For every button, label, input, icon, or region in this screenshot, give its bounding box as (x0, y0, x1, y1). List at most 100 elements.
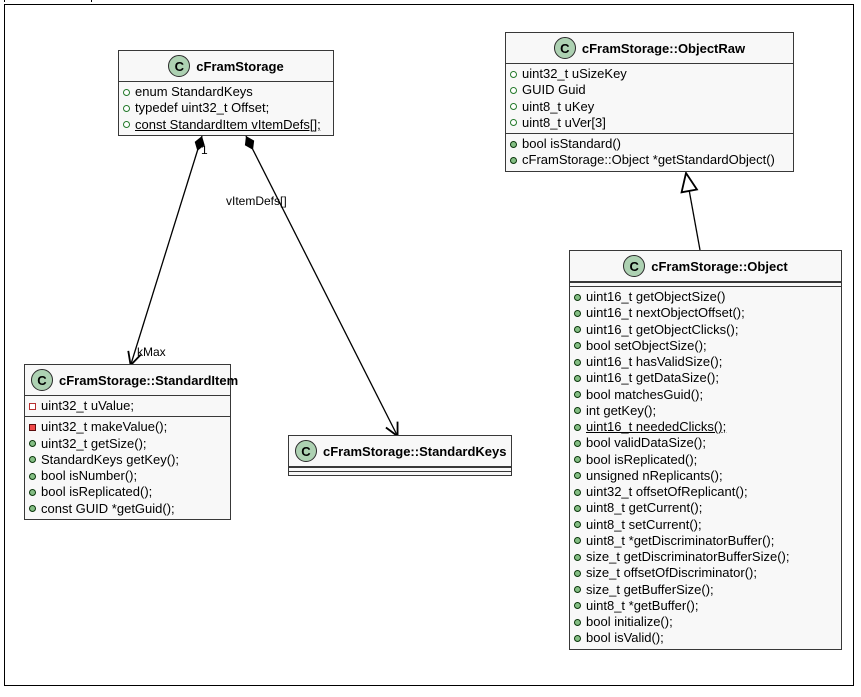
op: unsigned nReplicants(); (586, 468, 723, 484)
op: size_t getDiscriminatorBufferSize(); (586, 549, 790, 565)
package-tab: McciCatena (4, 0, 92, 2)
vis-public-icon (574, 407, 581, 414)
class-name: cFramStorage::ObjectRaw (582, 41, 745, 56)
attr: uint8_t uVer[3] (522, 115, 606, 131)
vis-public-icon (574, 456, 581, 463)
class-header: C cFramStorage::StandardItem (25, 365, 230, 396)
op: uint8_t getCurrent(); (586, 500, 702, 516)
class-icon: C (168, 55, 190, 77)
op: bool isStandard() (522, 136, 621, 152)
vis-public-icon (29, 440, 36, 447)
op: uint16_t hasValidSize(); (586, 354, 722, 370)
vis-package-icon (123, 89, 130, 96)
vis-package-icon (123, 121, 130, 128)
vis-public-icon (574, 326, 581, 333)
op: uint32_t offsetOfReplicant(); (586, 484, 748, 500)
op: bool setObjectSize(); (586, 338, 707, 354)
edge-storage-to-standardkeys (246, 136, 397, 435)
attr-static: const StandardItem vItemDefs[]; (135, 117, 321, 133)
op: uint8_t *getDiscriminatorBuffer(); (586, 533, 774, 549)
vis-public-icon (574, 391, 581, 398)
attributes: enum StandardKeys typedef uint32_t Offse… (119, 82, 333, 135)
class-header: C cFramStorage::ObjectRaw (506, 33, 793, 64)
op: size_t getBufferSize(); (586, 582, 714, 598)
op: uint8_t *getBuffer(); (586, 598, 699, 614)
vis-public-icon (574, 521, 581, 528)
op: uint16_t getDataSize(); (586, 370, 719, 386)
vis-public-icon (29, 505, 36, 512)
op: const GUID *getGuid(); (41, 501, 175, 517)
operations: bool isStandard() cFramStorage::Object *… (506, 133, 793, 171)
attr: typedef uint32_t Offset; (135, 100, 269, 116)
class-objectraw: C cFramStorage::ObjectRaw uint32_t uSize… (505, 32, 794, 172)
vis-public-icon (574, 586, 581, 593)
vis-private-attr-icon (29, 403, 36, 410)
op: uint16_t getObjectSize() (586, 289, 725, 305)
op: bool validDataSize(); (586, 435, 706, 451)
mult-1: 1 (201, 143, 208, 157)
attr: uint8_t uKey (522, 99, 594, 115)
vis-public-icon (510, 141, 517, 148)
vis-public-icon (574, 489, 581, 496)
operations: uint16_t getObjectSize() uint16_t nextOb… (570, 286, 841, 649)
class-standardkeys: C cFramStorage::StandardKeys (288, 435, 512, 476)
attr: uint32_t uSizeKey (522, 66, 627, 82)
vis-public-icon (574, 424, 581, 431)
class-object: C cFramStorage::Object uint16_t getObjec… (569, 250, 842, 650)
edge-object-to-objectraw (686, 173, 700, 250)
op-static: uint16_t neededClicks(); (586, 419, 726, 435)
vis-public-icon (574, 294, 581, 301)
vis-public-icon (574, 537, 581, 544)
attr: GUID Guid (522, 82, 586, 98)
vis-package-icon (510, 119, 517, 126)
class-standarditem: C cFramStorage::StandardItem uint32_t uV… (24, 364, 231, 520)
op: bool isNumber(); (41, 468, 137, 484)
vis-private-op-icon (29, 424, 36, 431)
class-header: C cFramStorage::StandardKeys (289, 436, 511, 467)
attributes: uint32_t uValue; (25, 396, 230, 416)
vis-public-icon (574, 440, 581, 447)
op: uint32_t getSize(); (41, 436, 147, 452)
op: uint8_t setCurrent(); (586, 517, 702, 533)
edge-label-vitemdefs: vItemDefs[] (226, 194, 287, 208)
vis-public-icon (574, 602, 581, 609)
vis-public-icon (574, 472, 581, 479)
package-name: McciCatena (11, 0, 83, 2)
class-header: C cFramStorage (119, 51, 333, 82)
vis-package-icon (510, 103, 517, 110)
attr: enum StandardKeys (135, 84, 253, 100)
class-name: cFramStorage::StandardItem (59, 373, 238, 388)
vis-public-icon (574, 342, 581, 349)
class-name: cFramStorage::Object (651, 259, 788, 274)
vis-public-icon (574, 310, 581, 317)
op: uint16_t getObjectClicks(); (586, 322, 738, 338)
vis-public-icon (574, 375, 581, 382)
attributes: uint32_t uSizeKey GUID Guid uint8_t uKey… (506, 64, 793, 133)
op: int getKey(); (586, 403, 656, 419)
vis-public-icon (574, 505, 581, 512)
op: uint32_t makeValue(); (41, 419, 167, 435)
vis-package-icon (123, 105, 130, 112)
op: uint16_t nextObjectOffset(); (586, 305, 745, 321)
op: StandardKeys getKey(); (41, 452, 179, 468)
op: cFramStorage::Object *getStandardObject(… (522, 152, 775, 168)
class-name: cFramStorage::StandardKeys (323, 444, 507, 459)
class-header: C cFramStorage::Object (570, 251, 841, 282)
edge-storage-to-standarditem (131, 136, 202, 364)
mult-kmax: kMax (137, 345, 166, 359)
vis-package-icon (510, 87, 517, 94)
op: bool isValid(); (586, 630, 664, 646)
op: bool matchesGuid(); (586, 387, 703, 403)
vis-package-icon (510, 71, 517, 78)
package-mccicatena: McciCatena 1 vItemDefs[] kMax C cFramSto… (4, 4, 854, 686)
class-icon: C (623, 255, 645, 277)
vis-public-icon (29, 473, 36, 480)
vis-public-icon (574, 570, 581, 577)
class-name: cFramStorage (196, 59, 283, 74)
op: bool isReplicated(); (41, 484, 152, 500)
operations-empty (289, 471, 511, 475)
op: bool initialize(); (586, 614, 673, 630)
class-icon: C (31, 369, 53, 391)
op: bool isReplicated(); (586, 452, 697, 468)
vis-public-icon (510, 157, 517, 164)
